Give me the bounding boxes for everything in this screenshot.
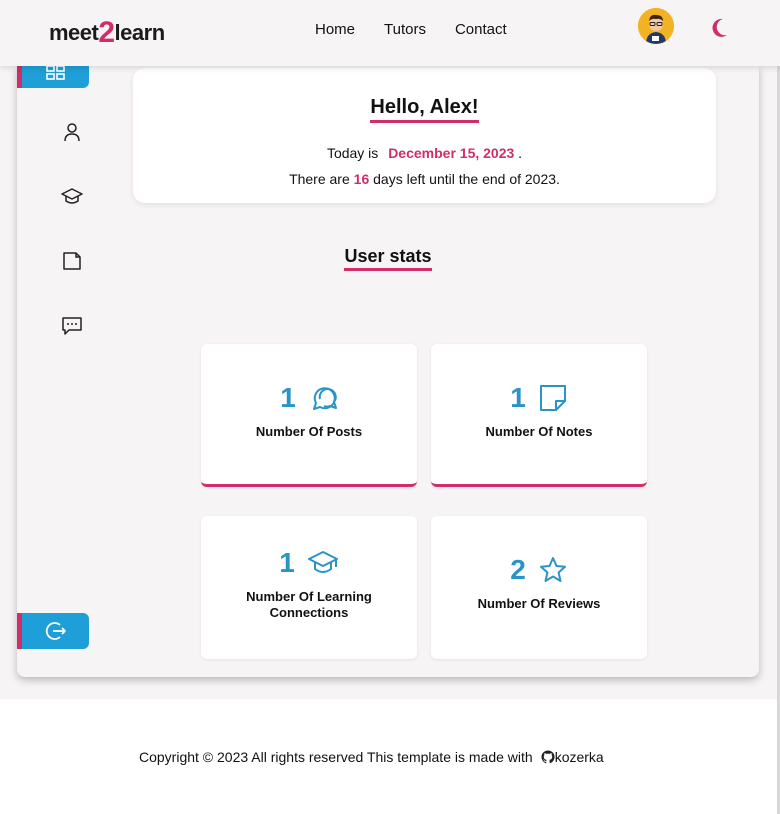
logo-digit: 2: [98, 16, 115, 49]
sidebar-item-learning[interactable]: [61, 186, 83, 208]
sidebar-item-profile[interactable]: [61, 121, 83, 143]
days-left-count: 16: [353, 171, 370, 187]
chat-icon: [62, 317, 82, 335]
today-suffix: .: [518, 145, 523, 161]
days-prefix: There are: [289, 171, 350, 187]
site-logo[interactable]: meet2learn: [49, 14, 166, 49]
star-icon: [539, 557, 566, 582]
graduation-cap-icon: [307, 551, 338, 573]
days-suffix: days left until the end of 2023.: [373, 171, 560, 187]
dashboard-icon: [45, 66, 65, 80]
stat-value: 2: [510, 554, 526, 585]
stat-label: Number Of Reviews: [477, 596, 601, 611]
stat-card-reviews[interactable]: 2 Number Of Reviews: [431, 516, 647, 659]
footer-brand-link[interactable]: kozerka: [541, 749, 604, 765]
sidebar-item-dashboard[interactable]: [17, 66, 89, 88]
days-left-line: There are 16 days left until the end of …: [133, 171, 716, 187]
stat-value: 1: [280, 382, 296, 413]
stat-label: Number Of Learning Connections: [246, 589, 372, 620]
stat-card-notes[interactable]: 1 Number Of Notes: [431, 344, 647, 487]
stats-title: User stats: [344, 246, 432, 271]
footer-copyright: Copyright © 2023 All rights reserved Thi…: [139, 749, 604, 765]
today-line: Today is December 15, 2023 .: [133, 145, 716, 161]
stat-value: 1: [510, 382, 526, 413]
user-avatar[interactable]: [638, 8, 674, 44]
dashboard-panel: Hello, Alex! Today is December 15, 2023 …: [17, 66, 759, 677]
copyright-text: Copyright © 2023 All rights reserved Thi…: [139, 749, 533, 765]
graduation-cap-icon: [61, 188, 83, 204]
nav-contact-link[interactable]: Contact: [455, 21, 507, 38]
github-icon: [541, 750, 555, 764]
footer: Copyright © 2023 All rights reserved Thi…: [0, 699, 777, 814]
stats-heading: User stats: [17, 246, 759, 271]
moon-icon: [712, 18, 727, 37]
logo-prefix: meet: [49, 20, 99, 45]
stat-label: Number Of Posts: [255, 424, 363, 439]
main-nav: Home Tutors Contact: [315, 21, 507, 38]
nav-tutors-link[interactable]: Tutors: [384, 21, 426, 38]
greeting-title: Hello, Alex!: [370, 96, 479, 123]
stat-label: Number Of Notes: [485, 424, 593, 439]
today-prefix: Today is: [326, 145, 379, 161]
logout-icon: [45, 622, 66, 640]
brand-name: kozerka: [554, 749, 604, 765]
logout-button[interactable]: [17, 613, 89, 649]
sticky-note-icon: [539, 385, 566, 411]
current-date: December 15, 2023: [388, 145, 515, 161]
greeting-card: Hello, Alex! Today is December 15, 2023 …: [133, 68, 716, 203]
nav-home-link[interactable]: Home: [315, 21, 355, 38]
dark-mode-toggle[interactable]: [709, 17, 729, 43]
stat-card-learning-connections[interactable]: 1 Number Of Learning Connections: [201, 516, 417, 659]
top-navbar: meet2learn Home Tutors Contact: [0, 0, 780, 66]
sidebar-item-messages[interactable]: [61, 315, 83, 337]
stat-value: 1: [279, 547, 295, 578]
user-icon: [64, 123, 80, 142]
logo-suffix: learn: [114, 20, 166, 45]
avatar-illustration: [638, 8, 674, 44]
chat-bubbles-icon: [312, 387, 337, 410]
stat-card-posts[interactable]: 1 Number Of Posts: [201, 344, 417, 487]
